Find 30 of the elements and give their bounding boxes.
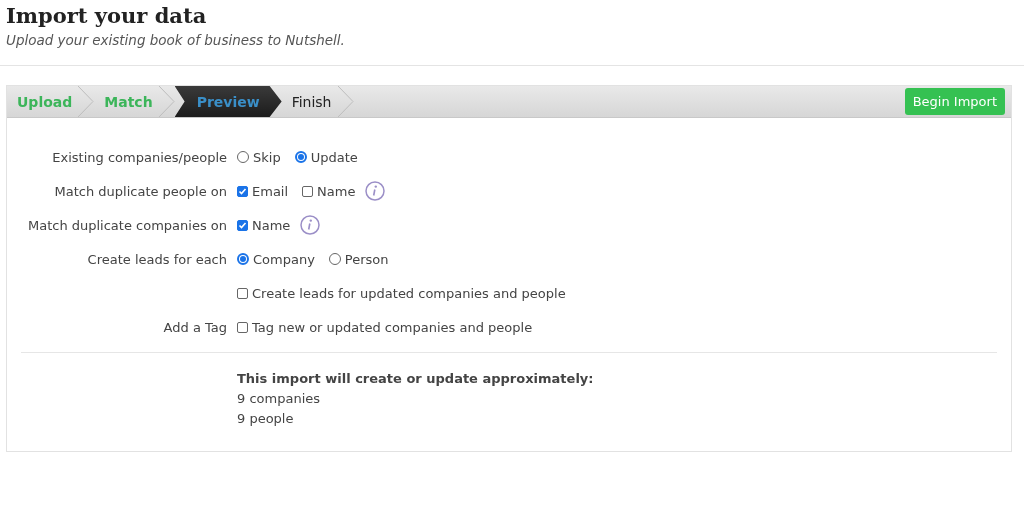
- info-icon[interactable]: [365, 181, 386, 201]
- checkbox[interactable]: [237, 185, 248, 197]
- setting-label: Match duplicate people on: [54, 183, 227, 199]
- option-label[interactable]: Update: [310, 149, 358, 165]
- info-icon[interactable]: [300, 215, 321, 235]
- option-label[interactable]: Tag new or updated companies and people: [252, 319, 533, 335]
- option-label[interactable]: Company: [253, 251, 315, 267]
- checkbox[interactable]: [302, 185, 314, 197]
- page-title: Import your data: [6, 2, 207, 30]
- summary-heading: This import will create or update approximately:: [237, 370, 595, 388]
- setting-label: Match duplicate companies on: [27, 217, 227, 233]
- option-label[interactable]: Name: [317, 183, 356, 199]
- setting-label: Existing companies/people: [52, 149, 227, 165]
- radio-button[interactable]: [294, 151, 307, 163]
- option-label[interactable]: Skip: [253, 149, 281, 165]
- wizard-step[interactable]: Finish: [281, 86, 354, 117]
- checkbox[interactable]: [237, 287, 248, 299]
- wizard-step[interactable]: Preview: [174, 86, 282, 117]
- radio-button[interactable]: [237, 253, 249, 265]
- setting-label: Add a Tag: [163, 319, 227, 335]
- setting-label: Create leads for each: [87, 251, 227, 267]
- summary-line: 9 people: [237, 410, 295, 428]
- checkbox[interactable]: [237, 219, 248, 231]
- option-label[interactable]: Person: [344, 251, 389, 267]
- option-label[interactable]: Create leads for updated companies and people: [252, 285, 566, 301]
- checkbox[interactable]: [237, 321, 248, 333]
- option-label[interactable]: Email: [252, 183, 289, 199]
- page-subtitle: Upload your existing book of business to Nutshell.: [6, 32, 345, 48]
- summary-line: 9 companies: [237, 390, 321, 408]
- option-label[interactable]: Name: [252, 217, 291, 233]
